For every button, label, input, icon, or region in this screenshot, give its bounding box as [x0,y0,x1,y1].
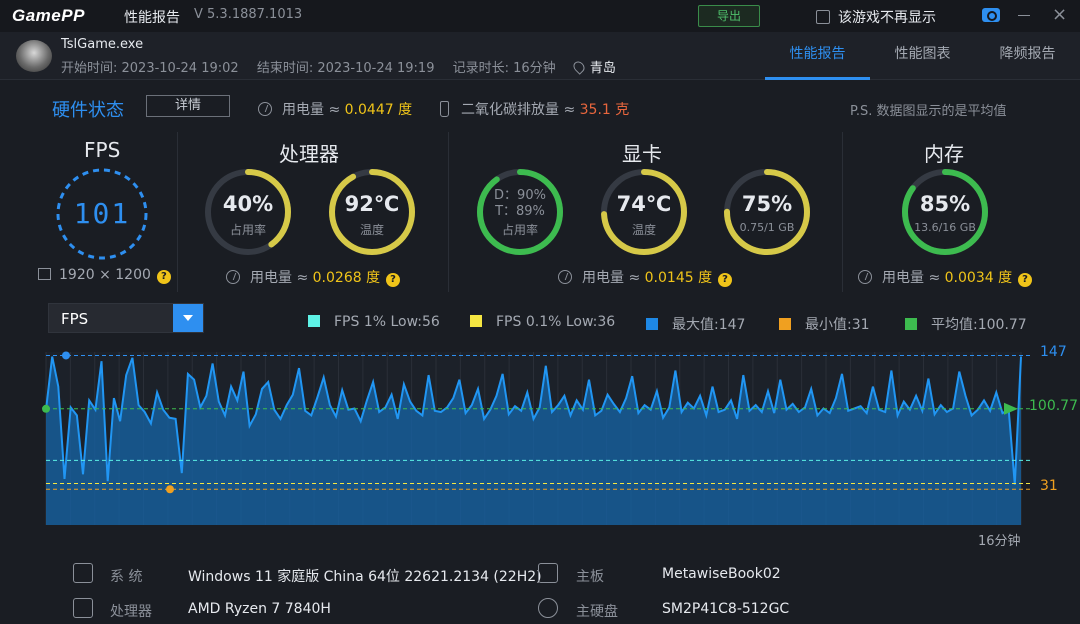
memory-title: 内存 [924,142,964,166]
gpu-temp-gauge: 74℃ 温度 [598,166,690,258]
cpu-value: AMD Ryzen 7 7840H [188,601,331,617]
monitor-icon [38,268,51,280]
gpu-power: 用电量 ≈ 0.0145 度? [558,267,733,287]
board-value: MetawiseBook02 [662,566,781,582]
legend-swatch [646,318,658,330]
memory-power: 用电量 ≈ 0.0034 度? [858,267,1033,287]
metric-dropdown-value: FPS [61,310,89,328]
power-icon [258,102,272,116]
game-exe: TslGame.exe [61,37,144,52]
windows-icon [73,563,93,583]
chevron-down-icon[interactable] [173,304,203,332]
metric-dropdown[interactable]: FPS [48,303,204,333]
camera-icon[interactable] [982,8,1000,22]
no-show-toggle[interactable]: 该游戏不再显示 [816,7,936,27]
close-icon[interactable]: × [1052,6,1067,24]
x-axis-label: 16分钟 [978,534,1021,549]
average-note: P.S. 数据图显示的是平均值 [850,104,1007,119]
divider [177,132,178,292]
motherboard-icon [538,563,558,583]
cpu-usage-gauge: 40% 占用率 [202,166,294,258]
disk-value: SM2P41C8-512GC [662,601,790,617]
disk-label: 主硬盘 [576,604,618,620]
title-bar: GamePP 性能报告 V 5.3.1887.1013 导出 该游戏不再显示 × [0,0,1080,32]
memory-gauge: 85% 13.6/16 GB [899,166,991,258]
location-pin-icon [571,59,587,75]
co2-icon [440,101,449,117]
game-avatar [16,40,52,72]
divider [842,132,843,292]
fps-title: FPS [84,138,121,162]
legend-swatch [470,315,482,327]
legend-item: 最小值:31 [779,314,870,334]
fps-value: 101 [73,197,131,230]
help-icon[interactable]: ? [156,270,171,284]
cpu-temp-gauge: 92℃ 温度 [326,166,418,258]
gpu-title: 显卡 [622,142,662,166]
y-tick-min: 31 [1040,478,1058,494]
help-icon[interactable]: ? [386,273,401,287]
board-label: 主板 [576,569,604,585]
y-tick-avg: 100.77 [1029,398,1078,414]
power-icon [558,270,572,284]
hardware-title: 硬件状态 [52,100,124,121]
fps-chart[interactable] [0,340,1080,550]
cpu-label: 处理器 [110,604,152,620]
min-marker [166,485,174,494]
start-time: 开始时间: 2023-10-24 19:02 [61,61,239,76]
help-icon[interactable]: ? [1018,273,1033,287]
co2-emission: 二氧化碳排放量 ≈ 35.1 克 [440,99,629,119]
cpu-title: 处理器 [279,142,339,166]
disk-icon [538,598,558,618]
avg-marker [42,404,50,413]
cpu-chip-icon [73,598,93,618]
total-power: 用电量 ≈ 0.0447 度 [258,99,412,119]
gpu-usage-gauge: D：90% T：89% 占用率 [474,166,566,258]
resolution: 1920 × 1200? [38,267,171,284]
cpu-power: 用电量 ≈ 0.0268 度? [226,267,401,287]
tab-performance-chart[interactable]: 性能图表 [870,32,975,80]
export-button[interactable]: 导出 [698,5,760,27]
max-marker [62,351,70,360]
help-icon[interactable]: ? [718,273,733,287]
location: 青岛 [571,59,616,76]
legend-swatch [779,318,791,330]
y-tick-max: 147 [1040,344,1067,360]
tab-throttle-report[interactable]: 降频报告 [975,32,1080,80]
legend-item: FPS 1% Low:56 [308,314,440,330]
app-logo: GamePP [12,6,85,25]
minimize-icon[interactable] [1018,15,1030,16]
legend-item: 平均值:100.77 [905,314,1027,334]
report-tabs: 性能报告 性能图表 降频报告 [765,32,1080,80]
detail-button[interactable]: 详情 [146,95,230,117]
checkbox-icon[interactable] [816,10,830,24]
power-icon [226,270,240,284]
power-icon [858,270,872,284]
end-time: 结束时间: 2023-10-24 19:19 [256,61,435,76]
legend-swatch [308,315,320,327]
game-info-bar: TslGame.exe 开始时间: 2023-10-24 19:02 结束时间:… [0,32,1080,80]
os-value: Windows 11 家庭版 China 64位 22621.2134 (22H… [188,569,542,585]
game-meta: 开始时间: 2023-10-24 19:02 结束时间: 2023-10-24 … [61,57,630,76]
divider [448,132,449,292]
legend-item: FPS 0.1% Low:36 [470,314,615,330]
no-show-label: 该游戏不再显示 [838,10,936,26]
legend-swatch [905,318,917,330]
gpu-vram-gauge: 75% 0.75/1 GB [721,166,813,258]
legend-item: 最大值:147 [646,314,745,334]
os-label: 系 统 [110,569,143,585]
window-title: 性能报告 [124,10,180,26]
tab-performance-report[interactable]: 性能报告 [765,32,870,80]
duration: 记录时长: 16分钟 [452,61,556,76]
hardware-header: 硬件状态 详情 用电量 ≈ 0.0447 度 二氧化碳排放量 ≈ 35.1 克 … [0,88,1080,124]
version-label: V 5.3.1887.1013 [194,7,303,22]
